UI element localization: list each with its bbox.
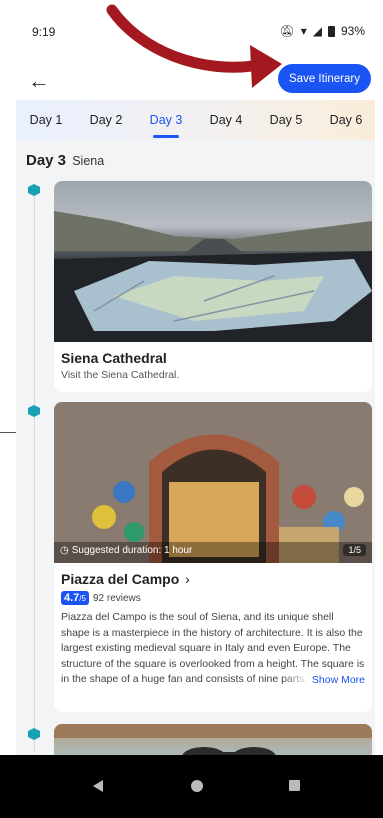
battery-icon — [327, 25, 335, 37]
day-title: Day 3 Siena — [26, 152, 104, 169]
nav-back-icon[interactable] — [93, 780, 103, 792]
itinerary-content[interactable]: Day 3 Siena Siena Cathedral Visit the Si… — [16, 140, 383, 755]
card-title: Siena Cathedral — [61, 350, 167, 366]
card-photo — [54, 181, 372, 342]
rating-badge: 4.7/5 — [61, 591, 89, 605]
left-margin — [0, 100, 16, 755]
sunglasses-photo-icon — [54, 724, 372, 755]
nav-home-icon[interactable] — [191, 780, 203, 792]
card-title-link[interactable]: Piazza del Campo › — [61, 571, 365, 587]
day-tabs: Day 1 Day 2 Day 3 Day 4 Day 5 Day 6 — [16, 100, 383, 140]
timeline-line — [34, 192, 35, 752]
rating-value: 4.7 — [64, 592, 80, 604]
photo-counter: 1/5 — [343, 544, 366, 556]
tab-day-1[interactable]: Day 1 — [16, 100, 76, 140]
show-more-link[interactable]: Show More — [281, 672, 365, 688]
nav-recents-icon[interactable] — [289, 780, 300, 791]
card-description: Visit the Siena Cathedral. — [61, 369, 180, 381]
battery-percent: 93% — [340, 24, 365, 38]
tab-day-6[interactable]: Day 6 — [316, 100, 376, 140]
rating-scale: /5 — [79, 594, 86, 603]
status-bar: 9:19 🔕︎ ▾ ◢ 93% — [0, 0, 383, 60]
system-nav-bar — [0, 755, 383, 818]
shop-photo-icon — [54, 402, 372, 563]
timeline-marker-icon — [28, 728, 40, 740]
tab-day-3[interactable]: Day 3 — [136, 100, 196, 140]
attraction-card-3[interactable] — [54, 724, 372, 755]
status-time: 9:19 — [32, 25, 56, 39]
chevron-right-icon: › — [185, 571, 190, 587]
day-label: Day 3 — [26, 152, 67, 169]
day-city: Siena — [72, 154, 105, 168]
review-count: 92 reviews — [92, 592, 141, 604]
suggested-duration: ◷ Suggested duration: 1 hour — [60, 545, 192, 556]
timeline-marker-icon — [28, 184, 40, 196]
tab-day-5[interactable]: Day 5 — [256, 100, 316, 140]
right-margin — [375, 100, 383, 755]
tab-day-4[interactable]: Day 4 — [196, 100, 256, 140]
tab-day-2[interactable]: Day 2 — [76, 100, 136, 140]
wifi-icon: ▾ — [300, 24, 307, 38]
top-bar: ← Save Itinerary — [0, 60, 383, 100]
status-icons: 🔕︎ ▾ ◢ 93% — [279, 24, 365, 38]
signal-icon: ◢ — [312, 24, 322, 38]
card-title: Piazza del Campo — [61, 571, 180, 587]
card-long-description: Piazza del Campo is the soul of Siena, a… — [61, 610, 365, 688]
duration-text: Suggested duration: 1 hour — [71, 545, 193, 556]
save-itinerary-button[interactable]: Save Itinerary — [278, 64, 371, 93]
attraction-card-2[interactable]: ◷ Suggested duration: 1 hour 1/5 Piazza … — [54, 402, 372, 712]
card-photo — [54, 724, 372, 755]
mute-icon: 🔕︎ — [279, 24, 295, 38]
card-photo[interactable]: ◷ Suggested duration: 1 hour 1/5 — [54, 402, 372, 563]
map-photo-icon — [54, 211, 372, 342]
timeline-marker-icon — [28, 405, 40, 417]
attraction-card-1[interactable]: Siena Cathedral Visit the Siena Cathedra… — [54, 181, 372, 392]
back-arrow-icon[interactable]: ← — [28, 68, 50, 94]
clock-icon: ◷ — [60, 545, 69, 556]
rating-row: 4.7/5 92 reviews — [61, 591, 365, 605]
